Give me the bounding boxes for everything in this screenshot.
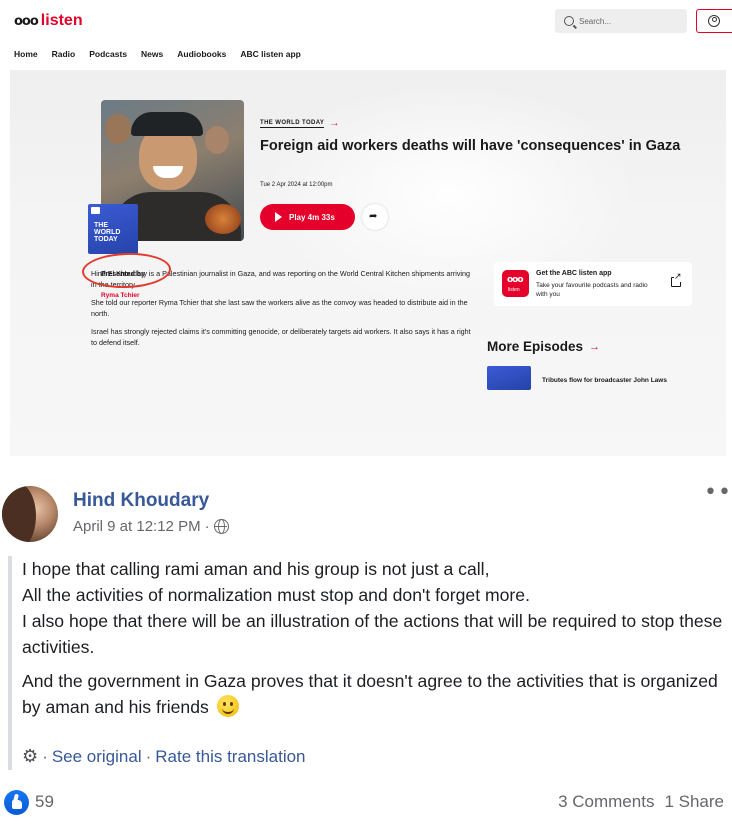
episode-title: Foreign aid workers deaths will have 'co…	[260, 138, 681, 154]
post-paragraph: I hope that calling rami aman and his gr…	[22, 559, 723, 657]
post-author[interactable]: Hind Khoudary	[73, 490, 209, 512]
facebook-post: Hind Khoudary April 9 at 12:12 PM · ••• …	[0, 470, 732, 826]
share-icon: ➦	[369, 211, 378, 222]
app-promo-description: Take your favourite podcasts and radio w…	[536, 282, 648, 298]
like-count[interactable]: 59	[35, 792, 54, 812]
smile-emoji-icon	[216, 695, 239, 717]
program-name: THE WORLD TODAY	[260, 120, 325, 128]
app-promo-title: Get the ABC listen app	[536, 270, 612, 277]
show-artwork-tile[interactable]: THE WORLD TODAY	[88, 204, 138, 254]
nav-radio[interactable]: Radio	[52, 49, 76, 59]
translation-quote-bar	[8, 556, 12, 770]
meta-separator: ·	[204, 518, 210, 535]
main-nav: Home Radio Podcasts News Audiobooks ABC …	[14, 49, 301, 59]
abc-listen-app-icon: ooo listen	[502, 270, 529, 297]
play-icon	[275, 212, 282, 222]
shares-count[interactable]: 1 Share	[664, 792, 724, 812]
play-button[interactable]: Play 4m 33s	[260, 204, 355, 230]
arrow-right-icon: →	[329, 118, 340, 129]
post-text: I hope that calling rami aman and his gr…	[22, 556, 727, 728]
like-icon[interactable]	[4, 790, 29, 815]
abc-listen-logo[interactable]: ooo listen	[14, 12, 83, 30]
episode-thumbnail[interactable]	[487, 366, 531, 390]
nav-home[interactable]: Home	[14, 49, 38, 59]
search-box[interactable]	[555, 9, 687, 33]
comments-count[interactable]: 3 Comments	[558, 792, 654, 812]
post-timestamp[interactable]: April 9 at 12:12 PM	[73, 518, 201, 535]
episode-list-item-title[interactable]: Tributes flow for broadcaster John Laws	[542, 377, 667, 384]
more-options-icon[interactable]: •••	[704, 482, 732, 504]
nav-podcasts[interactable]: Podcasts	[89, 49, 127, 59]
nav-abc-listen-app[interactable]: ABC listen app	[240, 49, 300, 59]
share-button[interactable]: ➦	[362, 204, 388, 230]
episode-date: Tue 2 Apr 2024 at 12:00pm	[260, 182, 333, 188]
search-input[interactable]	[579, 16, 679, 26]
user-icon	[708, 15, 720, 27]
abc-logo-mark: ooo	[14, 13, 39, 29]
post-paragraph: And the government in Gaza proves that i…	[22, 671, 718, 717]
play-label: Play 4m 33s	[289, 212, 335, 222]
program-link[interactable]: THE WORLD TODAY →	[260, 118, 340, 129]
rate-translation-link[interactable]: Rate this translation	[155, 747, 305, 767]
abc-header: ooo listen	[0, 0, 732, 42]
app-promo-card[interactable]: ooo listen Get the ABC listen app Take y…	[494, 262, 692, 306]
show-tile-text: THE WORLD TODAY	[94, 222, 121, 243]
abc-logo-text: listen	[40, 12, 83, 29]
description-paragraph: She told our reporter Ryma Tchier that s…	[91, 298, 468, 318]
gear-icon[interactable]: ⚙	[22, 746, 38, 767]
more-episodes-heading[interactable]: More Episodes →	[487, 339, 600, 354]
abc-badge-icon	[91, 207, 100, 214]
post-stats: 3 Comments 1 Share	[558, 792, 724, 812]
arrow-right-icon: →	[589, 340, 601, 353]
search-icon	[564, 16, 574, 26]
description-paragraph: Israel has strongly rejected claims it's…	[91, 327, 471, 347]
post-footer: 59 3 Comments 1 Share	[0, 788, 732, 818]
nav-news[interactable]: News	[141, 49, 163, 59]
abc-listen-page: ooo listen Home Radio Podcasts News Audi…	[0, 0, 732, 456]
globe-icon[interactable]	[213, 519, 229, 534]
account-button[interactable]	[696, 9, 732, 33]
external-link-icon	[671, 272, 682, 287]
post-meta: April 9 at 12:12 PM ·	[73, 518, 229, 535]
see-original-link[interactable]: See original	[52, 747, 142, 767]
nav-audiobooks[interactable]: Audiobooks	[177, 49, 226, 59]
avatar[interactable]	[2, 486, 58, 542]
translation-controls: ⚙ · See original · Rate this translation	[22, 746, 306, 767]
